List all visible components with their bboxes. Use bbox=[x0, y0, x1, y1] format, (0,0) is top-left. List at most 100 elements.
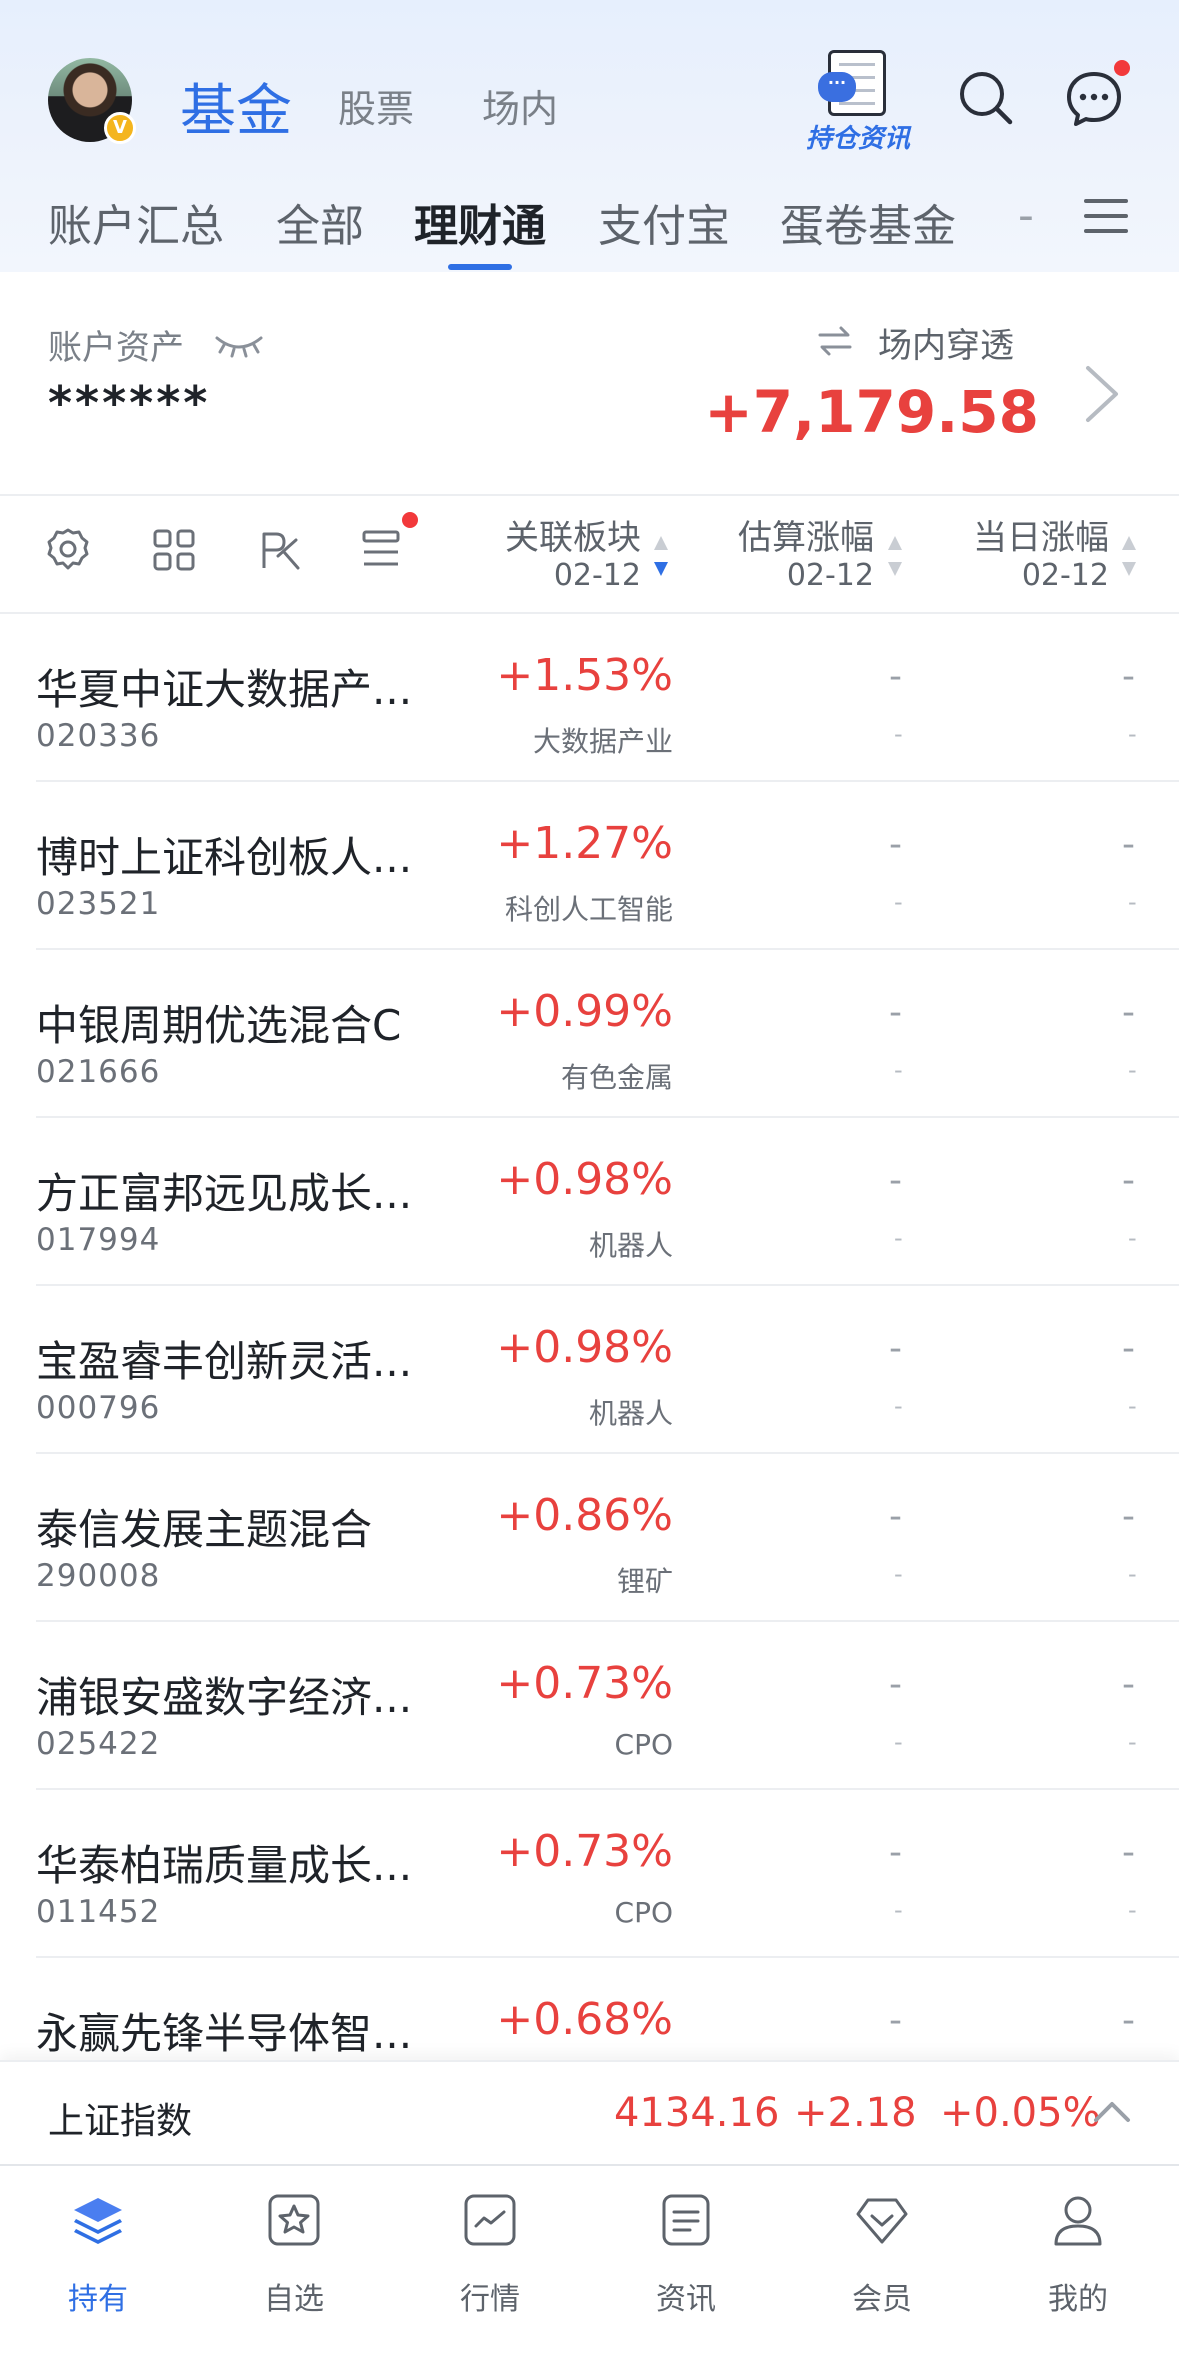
message-button[interactable] bbox=[1064, 60, 1130, 128]
tab-profile[interactable]: 我的 bbox=[980, 2166, 1176, 2364]
estimated-change: - bbox=[889, 656, 902, 697]
index-ticker-bar[interactable]: 上证指数 4134.16 +2.18 +0.05% bbox=[0, 2060, 1179, 2164]
estimated-change: - bbox=[889, 992, 902, 1033]
subtab-danjuan[interactable]: 蛋卷基金 bbox=[780, 190, 956, 254]
bottom-tab-bar: 持有 自选 行情 资讯 会员 我的 bbox=[0, 2164, 1179, 2364]
related-sector-header[interactable]: 关联板块 bbox=[505, 510, 641, 559]
day-change-sub: - bbox=[1128, 720, 1137, 748]
fund-name: 泰信发展主题混合 bbox=[36, 1505, 373, 1554]
diamond-icon bbox=[856, 2198, 908, 2244]
avatar[interactable]: V bbox=[48, 58, 136, 144]
eye-closed-icon[interactable] bbox=[214, 330, 264, 360]
tab-label: 资讯 bbox=[656, 2282, 716, 2317]
menu-icon[interactable] bbox=[1084, 196, 1128, 236]
estimated-change: - bbox=[889, 824, 902, 865]
day-change-date: 02-12 bbox=[1021, 558, 1109, 593]
sector-name: 科创人工智能 bbox=[504, 893, 673, 926]
fund-row[interactable]: 中银周期优选混合C 021666 +0.99% 有色金属 - - - - bbox=[0, 950, 1179, 1118]
fund-code: 290008 bbox=[36, 1558, 161, 1594]
chart-icon bbox=[464, 2194, 516, 2246]
chevron-up-icon[interactable] bbox=[1092, 2098, 1132, 2126]
day-change-header[interactable]: 当日涨幅 bbox=[973, 510, 1109, 559]
tab-exchange[interactable]: 场内 bbox=[482, 78, 558, 133]
fund-row[interactable]: 华夏中证大数据产... 020336 +1.53% 大数据产业 - - - - bbox=[0, 614, 1179, 782]
sector-name: 有色金属 bbox=[560, 1061, 673, 1094]
tab-fund[interactable]: 基金 bbox=[180, 66, 292, 147]
fund-row[interactable]: 浦银安盛数字经济... 025422 +0.73% CPO - - - - bbox=[0, 1622, 1179, 1790]
subtab-all[interactable]: 全部 bbox=[276, 190, 364, 254]
tab-watchlist[interactable]: 自选 bbox=[196, 2166, 392, 2364]
fund-row[interactable]: 宝盈睿丰创新灵活... 000796 +0.98% 机器人 - - - - bbox=[0, 1286, 1179, 1454]
estimated-change-sub: - bbox=[894, 1224, 903, 1252]
sort-desc-icon[interactable] bbox=[652, 534, 670, 578]
sort-icon[interactable] bbox=[886, 534, 904, 578]
fund-name: 中银周期优选混合C bbox=[36, 1001, 402, 1050]
sector-name: 锂矿 bbox=[616, 1565, 673, 1598]
estimated-change-sub: - bbox=[894, 888, 903, 916]
swap-icon[interactable] bbox=[816, 324, 854, 358]
account-assets-value: ****** bbox=[48, 376, 211, 430]
index-change: +2.18 bbox=[794, 2090, 917, 2136]
subtab-account-summary[interactable]: 账户汇总 bbox=[48, 190, 224, 254]
fund-row[interactable]: 博时上证科创板人... 023521 +1.27% 科创人工智能 - - - - bbox=[0, 782, 1179, 950]
fund-name: 宝盈睿丰创新灵活... bbox=[36, 1337, 413, 1386]
tab-label: 持有 bbox=[68, 2282, 128, 2317]
day-change-sub: - bbox=[1128, 1560, 1137, 1588]
exchange-penetrate-label[interactable]: 场内穿透 bbox=[878, 318, 1014, 367]
tab-news[interactable]: 资讯 bbox=[588, 2166, 784, 2364]
list-notification-dot bbox=[402, 512, 418, 528]
subtab-licaitong[interactable]: 理财通 bbox=[414, 190, 546, 254]
tab-market[interactable]: 行情 bbox=[392, 2166, 588, 2364]
related-sector-date: 02-12 bbox=[553, 558, 641, 593]
day-change-sub: - bbox=[1128, 1896, 1137, 1924]
estimated-change: - bbox=[889, 2000, 902, 2041]
fund-row[interactable]: 华泰柏瑞质量成长... 011452 +0.73% CPO - - - - bbox=[0, 1790, 1179, 1958]
tab-membership[interactable]: 会员 bbox=[784, 2166, 980, 2364]
estimated-change-header[interactable]: 估算涨幅 bbox=[738, 510, 874, 559]
top-header: V 基金 股票 场内 ··· 持仓资讯 账户汇总 全部 理财通 支付宝 蛋卷基金… bbox=[0, 0, 1179, 272]
estimated-change: - bbox=[889, 1496, 902, 1537]
profit-value: +7,179.58 bbox=[704, 378, 1039, 446]
fund-code: 011452 bbox=[36, 1894, 161, 1930]
fund-row[interactable]: 泰信发展主题混合 290008 +0.86% 锂矿 - - - - bbox=[0, 1454, 1179, 1622]
fund-row[interactable]: 永赢先锋半导体智... +0.68% - - bbox=[0, 1958, 1179, 2060]
subtab-alipay[interactable]: 支付宝 bbox=[598, 190, 730, 254]
sector-change: +1.53% bbox=[496, 650, 673, 701]
fund-code: 025422 bbox=[36, 1726, 161, 1762]
search-icon[interactable] bbox=[956, 68, 1016, 128]
settings-icon[interactable] bbox=[44, 526, 92, 574]
hold-news-button[interactable]: ··· 持仓资讯 bbox=[798, 44, 918, 154]
notification-dot bbox=[1114, 60, 1130, 76]
subtab-more[interactable]: - bbox=[1018, 190, 1034, 241]
fund-row[interactable]: 方正富邦远见成长... 017994 +0.98% 机器人 - - - - bbox=[0, 1118, 1179, 1286]
tab-label: 会员 bbox=[852, 2282, 912, 2317]
index-name: 上证指数 bbox=[48, 2101, 193, 2142]
day-change-sub: - bbox=[1128, 888, 1137, 916]
layers-icon bbox=[74, 2198, 122, 2244]
tab-holdings[interactable]: 持有 bbox=[0, 2166, 196, 2364]
fund-name: 华夏中证大数据产... bbox=[36, 665, 413, 714]
estimated-change-sub: - bbox=[894, 720, 903, 748]
pk-icon[interactable] bbox=[256, 526, 304, 574]
estimated-change-sub: - bbox=[894, 1560, 903, 1588]
day-change-sub: - bbox=[1128, 1224, 1137, 1252]
day-change: - bbox=[1122, 2000, 1135, 2041]
estimated-change-sub: - bbox=[894, 1392, 903, 1420]
news-icon bbox=[662, 2194, 710, 2246]
grid-icon[interactable] bbox=[150, 526, 198, 574]
fund-code: 020336 bbox=[36, 718, 161, 754]
day-change: - bbox=[1122, 1664, 1135, 1705]
chevron-right-icon[interactable] bbox=[1082, 362, 1122, 426]
sector-name: 大数据产业 bbox=[532, 725, 673, 758]
fund-code: 023521 bbox=[36, 886, 161, 922]
message-icon bbox=[1067, 72, 1121, 126]
sort-list-button[interactable] bbox=[360, 512, 418, 574]
tab-label: 我的 bbox=[1048, 2282, 1108, 2317]
user-icon bbox=[1054, 2196, 1102, 2246]
account-assets-panel: 账户资产 ****** 场内穿透 +7,179.58 bbox=[0, 272, 1179, 494]
sort-icon[interactable] bbox=[1120, 534, 1138, 578]
estimated-change-sub: - bbox=[894, 1728, 903, 1756]
day-change-sub: - bbox=[1128, 1728, 1137, 1756]
sector-name: 机器人 bbox=[588, 1397, 673, 1430]
tab-stock[interactable]: 股票 bbox=[338, 78, 414, 133]
